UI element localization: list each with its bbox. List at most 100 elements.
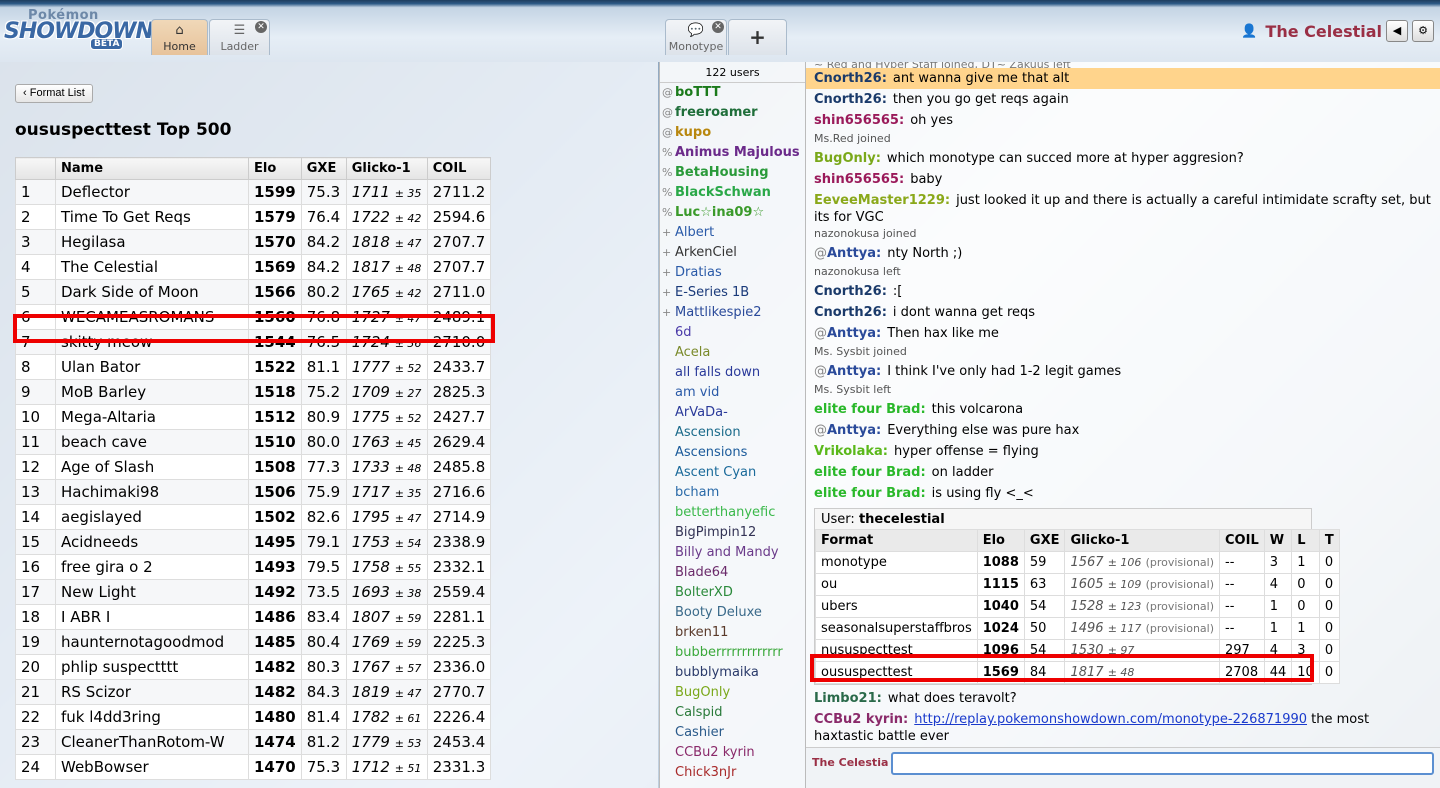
ladder-player-name[interactable]: haunternotagoodmod xyxy=(55,629,249,655)
userlist-item[interactable]: betterthanyefic xyxy=(660,503,805,523)
sound-button[interactable]: ◀ xyxy=(1386,20,1408,42)
ladder-player-name[interactable]: Hegilasa xyxy=(55,229,249,255)
userlist-item[interactable]: @ boTTT xyxy=(660,83,805,103)
current-username[interactable]: The Celestial xyxy=(1265,22,1382,41)
userlist-item[interactable]: BugOnly xyxy=(660,683,805,703)
userlist-item[interactable]: + ArkenCiel xyxy=(660,243,805,263)
ladder-coil: 2226.4 xyxy=(426,704,492,730)
chat-username[interactable]: Cnorth26: xyxy=(814,284,887,299)
chat-username[interactable]: Vrikolaka: xyxy=(814,444,888,459)
userlist-item[interactable]: CCBu2 kyrin xyxy=(660,743,805,763)
chat-username[interactable]: Anttya: xyxy=(827,364,881,379)
userlist-item[interactable]: Ascensions xyxy=(660,443,805,463)
ladder-player-name[interactable]: skitty meow xyxy=(55,329,249,355)
userlist-item[interactable]: Cashier xyxy=(660,723,805,743)
chat-username[interactable]: shin656565: xyxy=(814,172,904,187)
ladder-gxe: 81.1 xyxy=(300,354,347,380)
ladder-player-name[interactable]: free gira o 2 xyxy=(55,554,249,580)
chat-username[interactable]: Limbo21: xyxy=(814,691,882,706)
userlist-item[interactable]: Ascent Cyan xyxy=(660,463,805,483)
userlist-item[interactable]: % BlackSchwan xyxy=(660,183,805,203)
userlist-item[interactable]: + Albert xyxy=(660,223,805,243)
settings-gear-icon[interactable]: ⚙ xyxy=(1412,20,1434,42)
ladder-player-name[interactable]: Mega-Altaria xyxy=(55,404,249,430)
add-room-button[interactable]: + xyxy=(728,19,787,55)
ladder-player-name[interactable]: Dark Side of Moon xyxy=(55,279,249,305)
ladder-player-name[interactable]: phlip suspectttt xyxy=(55,654,249,680)
chat-username[interactable]: Anttya: xyxy=(827,423,881,438)
chat-username[interactable]: elite four Brad: xyxy=(814,486,926,501)
userlist-item[interactable]: bcham xyxy=(660,483,805,503)
userlist-item[interactable]: bubberrrrrrrrrrrrr xyxy=(660,643,805,663)
userlist-item[interactable]: Chick3nJr xyxy=(660,763,805,783)
chat-username[interactable]: Cnorth26: xyxy=(814,71,887,86)
userlist-item[interactable]: ArVaDa- xyxy=(660,403,805,423)
userlist-item[interactable]: Blade64 xyxy=(660,563,805,583)
provisional-note: (provisional) xyxy=(1145,578,1215,591)
userlist-username: freeroamer xyxy=(675,105,758,120)
userlist-item[interactable]: Billy and Mandy xyxy=(660,543,805,563)
chat-username[interactable]: Cnorth26: xyxy=(814,92,887,107)
ladder-gxe: 75.2 xyxy=(300,379,347,405)
chat-text: this volcarona xyxy=(931,402,1024,417)
ladder-player-name[interactable]: MoB Barley xyxy=(55,379,249,405)
chat-username[interactable]: elite four Brad: xyxy=(814,402,926,417)
userlist-item[interactable]: @ kupo xyxy=(660,123,805,143)
chat-username[interactable]: elite four Brad: xyxy=(814,465,926,480)
ladder-player-name[interactable]: Deflector xyxy=(55,179,249,205)
tab-ladder[interactable]: ☰ Ladder ✕ xyxy=(209,19,270,55)
close-tab-icon[interactable]: ✕ xyxy=(255,21,267,33)
ladder-player-name[interactable]: WebBowser xyxy=(55,754,249,780)
ladder-player-name[interactable]: Ulan Bator xyxy=(55,354,249,380)
ladder-player-name[interactable]: Age of Slash xyxy=(55,454,249,480)
chat-username[interactable]: EeveeMaster1229: xyxy=(814,193,950,208)
chat-username[interactable]: Anttya: xyxy=(827,246,881,261)
chat-username[interactable]: Anttya: xyxy=(827,326,881,341)
infobox-wins: 44 xyxy=(1263,661,1293,684)
ladder-player-name[interactable]: fuk l4dd3ring xyxy=(55,704,249,730)
userlist-item[interactable]: BigPimpin12 xyxy=(660,523,805,543)
tab-home[interactable]: ⌂ Home xyxy=(151,19,208,55)
userlist-item[interactable]: Calspid xyxy=(660,703,805,723)
chat-log[interactable]: ~ Red and Hyper Staff joined, DT~ Zakuus… xyxy=(806,62,1440,747)
ladder-player-name[interactable]: CleanerThanRotom-W xyxy=(55,729,249,755)
userlist-item[interactable]: brken11 xyxy=(660,623,805,643)
userlist-item[interactable]: Booty Deluxe xyxy=(660,603,805,623)
ladder-player-name[interactable]: aegislayed xyxy=(55,504,249,530)
userlist-item[interactable]: all falls down xyxy=(660,363,805,383)
chat-input[interactable] xyxy=(891,752,1434,775)
userlist-item[interactable]: + E-Series 1B xyxy=(660,283,805,303)
userlist-item[interactable]: bubblymaika xyxy=(660,663,805,683)
userlist-item[interactable]: + Dratias xyxy=(660,263,805,283)
userlist-item[interactable]: % BetaHousing xyxy=(660,163,805,183)
ladder-glicko: 1775 ± 52 xyxy=(345,404,428,430)
tab-monotype[interactable]: 💬 Monotype ✕ xyxy=(665,19,727,55)
showdown-logo[interactable]: Pokémon SHOWDOWN! BETA xyxy=(4,8,163,54)
userlist-item[interactable]: am vid xyxy=(660,383,805,403)
ladder-player-name[interactable]: Hachimaki98 xyxy=(55,479,249,505)
chat-username[interactable]: shin656565: xyxy=(814,113,904,128)
ladder-player-name[interactable]: beach cave xyxy=(55,429,249,455)
ladder-player-name[interactable]: The Celestial xyxy=(55,254,249,280)
ladder-player-name[interactable]: I ABR I xyxy=(55,604,249,630)
userlist-item[interactable]: 6d xyxy=(660,323,805,343)
ladder-player-name[interactable]: Time To Get Reqs xyxy=(55,204,249,230)
chat-username[interactable]: Cnorth26: xyxy=(814,305,887,320)
chat-username[interactable]: BugOnly: xyxy=(814,151,881,166)
ladder-player-name[interactable]: New Light xyxy=(55,579,249,605)
glicko-deviation: ± 53 xyxy=(394,737,422,750)
userlist-item[interactable]: @ freeroamer xyxy=(660,103,805,123)
userlist-item[interactable]: BolterXD xyxy=(660,583,805,603)
replay-link[interactable]: http://replay.pokemonshowdown.com/monoty… xyxy=(914,712,1307,727)
close-tab-icon[interactable]: ✕ xyxy=(712,21,724,33)
ladder-player-name[interactable]: WECAMEASROMANS xyxy=(55,304,249,330)
format-list-button[interactable]: ‹ Format List xyxy=(15,84,93,103)
ladder-player-name[interactable]: RS Scizor xyxy=(55,679,249,705)
userlist-item[interactable]: % Animus Majulous xyxy=(660,143,805,163)
chat-username[interactable]: CCBu2 kyrin: xyxy=(814,712,908,727)
userlist-item[interactable]: % Luc☆ina09☆ xyxy=(660,203,805,223)
userlist-item[interactable]: + Mattlikespie2 xyxy=(660,303,805,323)
ladder-player-name[interactable]: Acidneeds xyxy=(55,529,249,555)
userlist-item[interactable]: Acela xyxy=(660,343,805,363)
userlist-item[interactable]: Ascension xyxy=(660,423,805,443)
